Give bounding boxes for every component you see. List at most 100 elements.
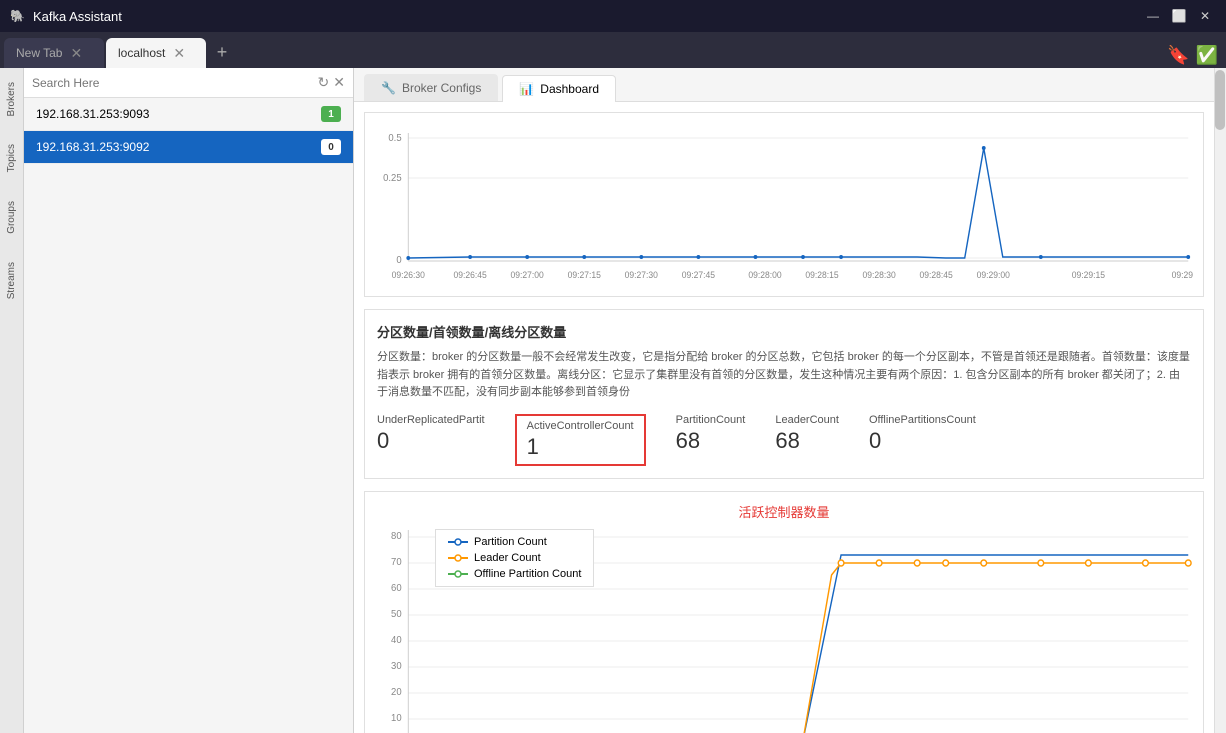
add-tab-button[interactable]: + xyxy=(208,38,236,66)
right-panel: 🔧 Broker Configs 📊 Dashboard 0.5 0.25 0 xyxy=(354,68,1214,733)
tab-new-tab-close[interactable]: ✕ xyxy=(70,45,82,62)
stat-offline-partitions: OfflinePartitionsCount 0 xyxy=(869,414,976,454)
stat-partition-count-value: 68 xyxy=(676,428,746,454)
svg-text:50: 50 xyxy=(391,609,402,620)
search-bar: ↻ ✕ xyxy=(24,68,353,98)
svg-text:09:27:30: 09:27:30 xyxy=(625,270,658,280)
svg-text:09:26:30: 09:26:30 xyxy=(392,270,425,280)
legend-partition-count: Partition Count xyxy=(448,536,581,548)
sidebar-item-groups[interactable]: Groups xyxy=(4,197,19,238)
stat-active-controller-value: 1 xyxy=(527,434,634,460)
stat-active-controller-label: ActiveControllerCount xyxy=(527,420,634,432)
sub-tabs: 🔧 Broker Configs 📊 Dashboard xyxy=(354,68,1214,102)
svg-text:40: 40 xyxy=(391,635,402,646)
close-button[interactable]: ✕ xyxy=(1194,5,1216,27)
sidebar-item-topics[interactable]: Topics xyxy=(4,140,19,176)
svg-text:09:29:00: 09:29:00 xyxy=(977,270,1010,280)
stat-active-controller: ActiveControllerCount 1 xyxy=(515,414,646,466)
svg-text:09:28:00: 09:28:00 xyxy=(748,270,781,280)
check-icon[interactable]: ✅ xyxy=(1196,45,1218,66)
legend-offline-count-label: Offline Partition Count xyxy=(474,568,581,580)
sidebar-icons: Brokers Topics Groups Streams xyxy=(0,68,24,733)
scrollbar-thumb[interactable] xyxy=(1215,70,1225,130)
bottom-chart-wrap: Partition Count Leader Count Offline Par… xyxy=(375,525,1193,733)
bottom-chart-container: 活跃控制器数量 Partition Count Leader Count xyxy=(364,491,1204,733)
legend-leader-count: Leader Count xyxy=(448,552,581,564)
stat-offline-partitions-label: OfflinePartitionsCount xyxy=(869,414,976,426)
main-layout: Brokers Topics Groups Streams ↻ ✕ 192.16… xyxy=(0,68,1226,733)
search-input[interactable] xyxy=(32,76,314,90)
svg-text:0.5: 0.5 xyxy=(388,133,402,144)
tab-new-tab-label: New Tab xyxy=(16,46,62,60)
svg-text:60: 60 xyxy=(391,583,402,594)
svg-text:09:29:30: 09:29:30 xyxy=(1172,270,1193,280)
stat-offline-partitions-value: 0 xyxy=(869,428,976,454)
svg-text:09:27:15: 09:27:15 xyxy=(568,270,601,280)
tab-broker-configs[interactable]: 🔧 Broker Configs xyxy=(364,74,498,101)
svg-text:0.25: 0.25 xyxy=(383,173,402,184)
svg-text:80: 80 xyxy=(391,531,402,542)
dashboard-icon: 📊 xyxy=(519,82,534,96)
clear-icon[interactable]: ✕ xyxy=(333,74,345,91)
stat-leader-count-value: 68 xyxy=(775,428,839,454)
app-title: Kafka Assistant xyxy=(33,9,122,24)
svg-text:09:28:45: 09:28:45 xyxy=(920,270,953,280)
broker-address-2: 192.168.31.253:9092 xyxy=(36,140,149,154)
broker-configs-label: Broker Configs xyxy=(402,81,481,95)
titlebar-controls: — ⬜ ✕ xyxy=(1142,5,1216,27)
svg-text:09:28:30: 09:28:30 xyxy=(862,270,895,280)
refresh-icon[interactable]: ↻ xyxy=(318,74,330,91)
top-chart-svg: 0.5 0.25 0 xyxy=(375,123,1193,283)
svg-text:20: 20 xyxy=(391,687,402,698)
scrollbar-right[interactable] xyxy=(1214,68,1226,733)
legend-partition-count-label: Partition Count xyxy=(474,536,547,548)
chart-legend: Partition Count Leader Count Offline Par… xyxy=(435,529,594,587)
svg-text:09:26:45: 09:26:45 xyxy=(453,270,486,280)
broker-badge-1: 1 xyxy=(321,106,341,122)
titlebar-left: 🐘 Kafka Assistant xyxy=(10,9,122,24)
legend-leader-count-label: Leader Count xyxy=(474,552,541,564)
tab-new-tab[interactable]: New Tab ✕ xyxy=(4,38,104,68)
tab-dashboard[interactable]: 📊 Dashboard xyxy=(502,75,616,102)
dashboard-label: Dashboard xyxy=(540,82,599,96)
stat-under-replicated-label: UnderReplicatedPartit xyxy=(377,414,485,426)
minimize-button[interactable]: — xyxy=(1142,5,1164,27)
svg-text:70: 70 xyxy=(391,557,402,568)
tabbar: New Tab ✕ localhost ✕ + 🔖 ✅ xyxy=(0,32,1226,68)
bookmark-icon[interactable]: 🔖 xyxy=(1167,45,1189,66)
stats-desc: 分区数量：broker 的分区数量一般不会经常发生改变，它是指分配给 broke… xyxy=(377,349,1191,402)
sidebar-item-streams[interactable]: Streams xyxy=(4,258,19,303)
stat-under-replicated: UnderReplicatedPartit 0 xyxy=(377,414,485,454)
sidebar-item-brokers[interactable]: Brokers xyxy=(4,78,19,120)
broker-item-1[interactable]: 192.168.31.253:9093 1 xyxy=(24,98,353,131)
content-area[interactable]: 0.5 0.25 0 xyxy=(354,102,1214,733)
stat-leader-count: LeaderCount 68 xyxy=(775,414,839,454)
broker-list: 192.168.31.253:9093 1 192.168.31.253:909… xyxy=(24,98,353,733)
tab-localhost[interactable]: localhost ✕ xyxy=(106,38,206,68)
legend-offline-partition: Offline Partition Count xyxy=(448,568,581,580)
stat-leader-count-label: LeaderCount xyxy=(775,414,839,426)
top-chart-wrap: 0.5 0.25 0 xyxy=(375,123,1193,286)
broker-badge-2: 0 xyxy=(321,139,341,155)
stats-row: UnderReplicatedPartit 0 ActiveController… xyxy=(377,414,1191,466)
svg-text:09:27:45: 09:27:45 xyxy=(682,270,715,280)
active-controller-label: 活跃控制器数量 xyxy=(375,502,1193,521)
app-icon: 🐘 xyxy=(10,9,25,23)
left-panel: ↻ ✕ 192.168.31.253:9093 1 192.168.31.253… xyxy=(24,68,354,733)
svg-text:09:28:15: 09:28:15 xyxy=(805,270,838,280)
stats-section: 分区数量/首领数量/离线分区数量 分区数量：broker 的分区数量一般不会经常… xyxy=(364,309,1204,479)
broker-address-1: 192.168.31.253:9093 xyxy=(36,107,149,121)
tabbar-actions: 🔖 ✅ xyxy=(1167,45,1226,68)
broker-item-2[interactable]: 192.168.31.253:9092 0 xyxy=(24,131,353,164)
svg-text:0: 0 xyxy=(396,255,402,266)
tab-localhost-label: localhost xyxy=(118,46,165,60)
top-chart-container: 0.5 0.25 0 xyxy=(364,112,1204,297)
svg-text:09:27:00: 09:27:00 xyxy=(511,270,544,280)
stat-partition-count: PartitionCount 68 xyxy=(676,414,746,454)
tab-localhost-close[interactable]: ✕ xyxy=(173,45,185,62)
stat-under-replicated-value: 0 xyxy=(377,428,485,454)
maximize-button[interactable]: ⬜ xyxy=(1168,5,1190,27)
svg-text:09:29:15: 09:29:15 xyxy=(1072,270,1105,280)
stats-title: 分区数量/首领数量/离线分区数量 xyxy=(377,322,1191,341)
svg-text:10: 10 xyxy=(391,713,402,724)
